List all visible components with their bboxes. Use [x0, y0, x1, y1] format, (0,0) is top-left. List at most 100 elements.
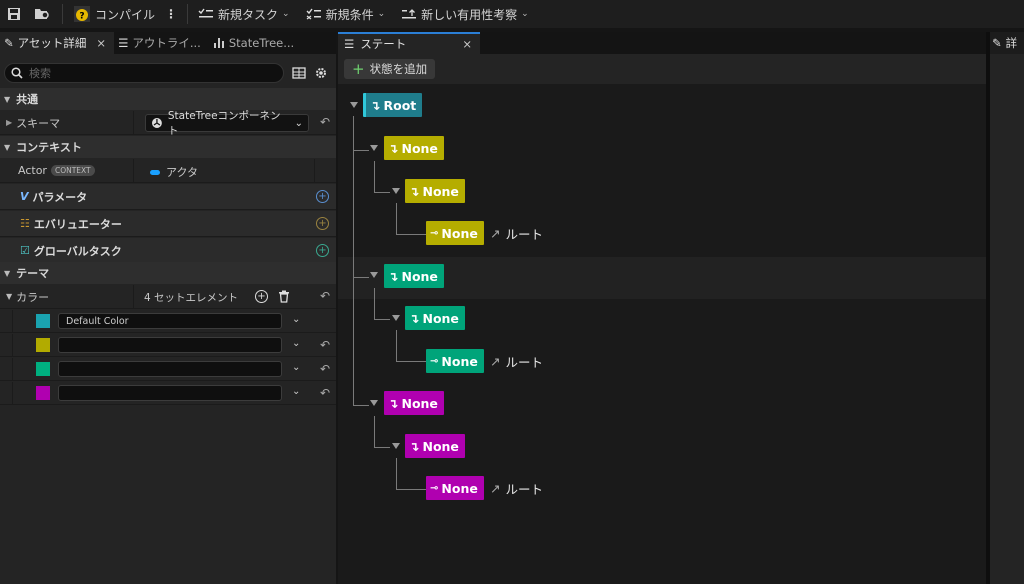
add-state-button[interactable]: + 状態を追加	[344, 59, 436, 79]
state-name: None	[401, 268, 438, 284]
state-node-leaf[interactable]: ⊸ None	[426, 221, 484, 245]
section-context[interactable]: ▼ コンテキスト	[0, 136, 336, 158]
tab-statetree-stats[interactable]: StateTree...	[209, 32, 302, 54]
color-swatch[interactable]	[36, 362, 50, 376]
state-node[interactable]: ↴ None	[384, 136, 444, 160]
new-task-button[interactable]: 新規タスク ⌄	[194, 0, 294, 28]
toolbar-separator	[62, 4, 63, 24]
section-theme[interactable]: ▼ テーマ	[0, 262, 336, 284]
goto-arrow-icon: ↗	[490, 226, 501, 241]
transition-target: ルート	[505, 355, 543, 370]
add-state-label: 状態を追加	[369, 62, 428, 76]
schema-dropdown[interactable]: StateTreeコンポーネント ⌄	[145, 110, 309, 137]
context-badge: CONTEXT	[50, 165, 95, 176]
browse-asset-icon[interactable]	[28, 0, 56, 28]
reset-icon[interactable]: ↶	[320, 386, 330, 400]
tab-outliner[interactable]: ☰ アウトライ...	[114, 32, 209, 54]
reset-icon[interactable]: ↶	[320, 115, 330, 129]
state-node[interactable]: ↴ None	[384, 264, 444, 288]
chevron-down-icon[interactable]	[392, 188, 400, 194]
transition-link: ↗ ルート	[490, 479, 543, 498]
state-node[interactable]: ↴ None	[405, 306, 465, 330]
table-view-icon[interactable]	[292, 66, 306, 80]
parameters-row[interactable]: V パラメータ +	[0, 184, 336, 210]
state-node[interactable]: ↴ None	[384, 391, 444, 415]
chevron-down-icon[interactable]	[370, 145, 378, 151]
state-node-leaf[interactable]: ⊸ None	[426, 476, 484, 500]
color-name-field[interactable]	[58, 361, 282, 377]
close-icon[interactable]: ×	[96, 36, 106, 50]
add-evaluator-icon[interactable]: +	[316, 217, 329, 230]
chevron-down-icon[interactable]	[370, 400, 378, 406]
state-name: None	[422, 438, 459, 454]
schema-row: ▶ スキーマ StateTreeコンポーネント ⌄ ↶	[0, 110, 336, 137]
search-input[interactable]: 検索	[4, 63, 284, 83]
chevron-down-icon[interactable]: ▼	[6, 292, 12, 301]
close-icon[interactable]: ×	[462, 37, 472, 51]
bar-chart-icon	[213, 36, 225, 51]
save-icon[interactable]	[0, 0, 28, 28]
toolbar-separator	[187, 4, 189, 24]
new-condition-label: 新規条件	[325, 7, 374, 22]
colors-row: ▼ カラー 4 セットエレメント + ↶	[0, 285, 336, 309]
actor-row: Actor CONTEXT アクタ	[0, 159, 336, 183]
reset-icon[interactable]: ↶	[320, 338, 330, 352]
add-parameter-icon[interactable]: +	[316, 190, 329, 203]
new-condition-button[interactable]: 新規条件 ⌄	[302, 0, 390, 28]
reset-icon[interactable]: ↶	[320, 289, 330, 303]
state-arrow-icon: ↴	[370, 97, 381, 113]
compile-button[interactable]: ? コンパイル ⋮	[69, 0, 181, 28]
color-name-field[interactable]: Default Color	[58, 313, 282, 329]
pencil-icon: ✎	[992, 36, 1002, 50]
evaluators-row[interactable]: ☷ エバリュエーター +	[0, 211, 336, 237]
chevron-down-icon[interactable]	[370, 272, 378, 278]
state-node-leaf[interactable]: ⊸ None	[426, 349, 484, 373]
chevron-down-icon[interactable]	[392, 315, 400, 321]
schema-label: スキーマ	[16, 116, 61, 130]
colors-count: 4 セットエレメント	[144, 292, 239, 304]
chevron-down-icon[interactable]	[392, 443, 400, 449]
leaf-state-icon: ⊸	[430, 355, 439, 367]
chevron-down-icon[interactable]: ⌄	[292, 338, 300, 349]
tab-details[interactable]: ✎ 詳	[990, 32, 1024, 54]
gear-icon[interactable]	[314, 66, 328, 80]
global-tasks-row[interactable]: ☑ グローバルタスク +	[0, 238, 336, 264]
details-panel: ✎ 詳	[990, 32, 1024, 584]
left-tab-bar: ✎ アセット詳細 × ☰ アウトライ... StateTree...	[0, 32, 336, 54]
global-tasks-label: グローバルタスク	[33, 244, 122, 258]
color-swatch[interactable]	[36, 386, 50, 400]
new-utility-button[interactable]: 新しい有用性考察 ⌄	[397, 0, 533, 28]
color-name-field[interactable]	[58, 385, 282, 401]
tab-label: アセット詳細	[17, 36, 87, 50]
plus-icon: +	[352, 60, 365, 78]
statetree-component-icon	[151, 118, 162, 128]
color-name-field[interactable]	[58, 337, 282, 353]
state-node[interactable]: ↴ None	[405, 179, 465, 203]
chevron-down-icon[interactable]	[350, 102, 358, 108]
actor-value: アクタ	[166, 166, 199, 179]
state-name: None	[422, 183, 459, 199]
chevron-down-icon[interactable]: ⌄	[292, 386, 300, 397]
section-common[interactable]: ▼ 共通	[0, 88, 336, 110]
compile-label: コンパイル	[95, 7, 156, 22]
tab-asset-details[interactable]: ✎ アセット詳細 ×	[0, 32, 115, 54]
reset-icon[interactable]: ↶	[320, 362, 330, 376]
tab-states[interactable]: ☰ ステート ×	[338, 32, 480, 54]
state-name: None	[422, 310, 459, 326]
tab-label: StateTree...	[228, 36, 295, 50]
state-node-root[interactable]: ↴ Root	[363, 93, 423, 117]
chevron-down-icon: ▼	[4, 142, 11, 152]
add-element-icon[interactable]: +	[255, 290, 268, 303]
task-list-icon	[198, 8, 214, 18]
state-node[interactable]: ↴ None	[405, 434, 465, 458]
chevron-right-icon[interactable]: ▶	[6, 118, 12, 127]
add-global-task-icon[interactable]: +	[316, 244, 329, 257]
compile-options-icon[interactable]: ⋮	[165, 7, 177, 21]
color-swatch[interactable]	[36, 338, 50, 352]
color-element-row: ⌄ ↶	[0, 334, 336, 357]
actor-type-icon	[150, 169, 160, 175]
chevron-down-icon[interactable]: ⌄	[292, 314, 300, 325]
trash-icon[interactable]	[278, 290, 290, 303]
chevron-down-icon[interactable]: ⌄	[292, 362, 300, 373]
color-swatch[interactable]	[36, 314, 50, 328]
